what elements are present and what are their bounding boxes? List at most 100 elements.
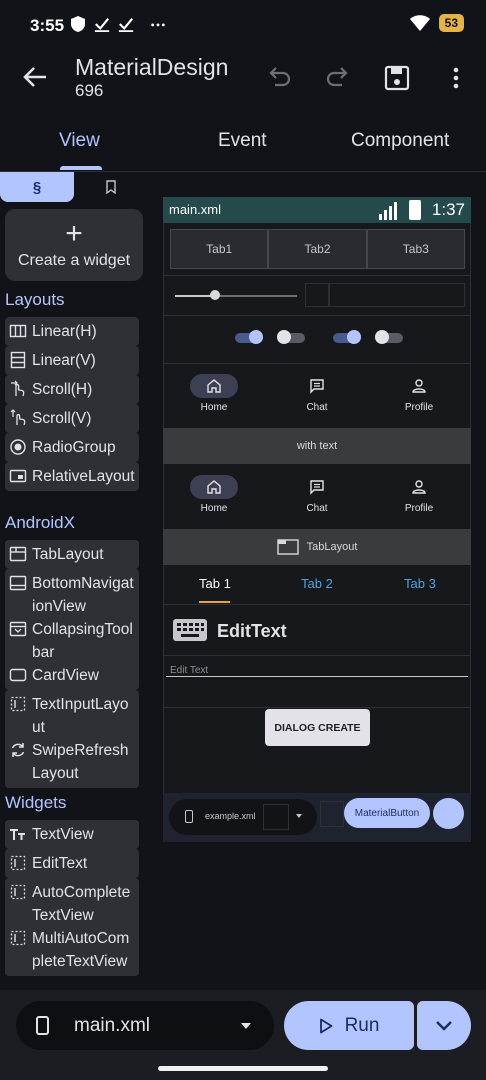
widget-swiperefreshlayout[interactable]: SwipeRefreshLayout bbox=[5, 736, 139, 788]
dialog-create-button[interactable]: DIALOG CREATE bbox=[265, 709, 370, 746]
material-button-label: MaterialButton bbox=[354, 807, 420, 819]
switch-thumb bbox=[347, 330, 361, 344]
material-button[interactable]: MaterialButton bbox=[344, 798, 430, 828]
widget-radiogroup[interactable]: RadioGroup bbox=[5, 433, 139, 462]
widget-textinputlayout[interactable]: TextInputLayout bbox=[5, 690, 139, 742]
widget-label: CardView bbox=[32, 667, 99, 684]
undo-icon[interactable] bbox=[263, 62, 295, 94]
back-arrow-icon[interactable] bbox=[20, 62, 50, 92]
bottom-nav-label: Home bbox=[200, 402, 228, 413]
profile-icon bbox=[412, 480, 426, 494]
widget-tablayout[interactable]: TabLayout bbox=[5, 540, 139, 569]
widget-linear-h[interactable]: Linear(H) bbox=[5, 317, 139, 346]
preview-tab-1[interactable]: Tab1 bbox=[170, 229, 269, 269]
preview-placeholder-box[interactable] bbox=[305, 283, 329, 307]
bottom-nav-profile[interactable]: Profile bbox=[379, 368, 459, 418]
bottom-nav-label: Home bbox=[200, 503, 228, 514]
widget-label: CollapsingToolbar bbox=[32, 621, 133, 661]
bottom-nav-label: Profile bbox=[404, 402, 434, 413]
preview-slider-thumb[interactable] bbox=[210, 290, 220, 300]
create-widget-button[interactable]: + Create a widget bbox=[5, 209, 143, 281]
widget-relativelayout[interactable]: RelativeLayout bbox=[5, 462, 139, 491]
text-input-icon bbox=[10, 696, 26, 712]
palette-tab-widgets[interactable]: § bbox=[0, 172, 74, 202]
preview-switch-1[interactable] bbox=[235, 330, 263, 344]
preview-switch-2[interactable] bbox=[277, 330, 305, 344]
redo-icon[interactable] bbox=[322, 62, 354, 94]
create-widget-label: Create a widget bbox=[17, 252, 131, 269]
bottom-nav-profile[interactable]: Profile bbox=[379, 469, 459, 519]
preview-placeholder-box[interactable] bbox=[320, 801, 344, 827]
bottom-bar: main.xml Run bbox=[0, 990, 486, 1080]
edittext-title: EditText bbox=[217, 621, 287, 641]
design-preview[interactable]: main.xml 1:37 Tab1 Tab2 Tab3 Home Chat P… bbox=[163, 197, 471, 842]
widget-autocompletetextview[interactable]: AutoCompleteTextView bbox=[5, 878, 139, 930]
linear-horizontal-icon bbox=[9, 324, 27, 338]
widget-label: Scroll(H) bbox=[32, 381, 93, 398]
switch-thumb bbox=[375, 330, 389, 344]
card-icon bbox=[9, 668, 27, 682]
widget-cardview[interactable]: CardView bbox=[5, 661, 139, 690]
preview-switch-4[interactable] bbox=[375, 330, 403, 344]
run-button[interactable]: Run bbox=[284, 1001, 414, 1050]
widget-textview[interactable]: TextView bbox=[5, 820, 139, 849]
file-selector[interactable]: main.xml bbox=[16, 1001, 274, 1050]
palette-tab-bookmarks[interactable] bbox=[74, 172, 148, 202]
tab-component[interactable]: Component bbox=[351, 130, 449, 152]
material-tab-1[interactable]: Tab 1 bbox=[199, 576, 231, 591]
phone-icon bbox=[185, 810, 193, 823]
section-widgets: Widgets bbox=[5, 793, 67, 812]
bottom-nav-home[interactable]: Home bbox=[174, 368, 254, 418]
project-title: MaterialDesign bbox=[75, 54, 229, 80]
tab-event[interactable]: Event bbox=[218, 130, 267, 152]
preview-file-selector[interactable]: example.xml bbox=[169, 799, 317, 835]
play-icon bbox=[319, 1018, 332, 1033]
keyboard-icon bbox=[173, 619, 207, 641]
bottom-nav-label: Chat bbox=[306, 402, 328, 413]
preview-battery-icon bbox=[409, 200, 421, 220]
chevron-down-icon bbox=[241, 1023, 251, 1029]
widget-label: EditText bbox=[32, 855, 88, 872]
divider bbox=[163, 315, 471, 316]
bottom-nav-home[interactable]: Home bbox=[174, 469, 254, 519]
widget-multiautocompletetextview[interactable]: MultiAutoCompleteTextView bbox=[5, 924, 139, 976]
save-icon[interactable] bbox=[381, 62, 413, 94]
home-icon bbox=[207, 379, 221, 393]
swipe-vertical-icon bbox=[10, 409, 26, 426]
with-text-label: with text bbox=[296, 440, 338, 452]
material-tab-indicator bbox=[199, 601, 230, 603]
app-bar: MaterialDesign 696 bbox=[0, 50, 486, 110]
preview-with-text-bar[interactable]: with text bbox=[163, 428, 471, 464]
material-tab-2[interactable]: Tab 2 bbox=[301, 576, 333, 591]
run-options-button[interactable] bbox=[417, 1001, 471, 1050]
tab-layout-icon bbox=[276, 539, 299, 555]
preview-tablayout-bar[interactable]: TabLayout bbox=[163, 529, 471, 565]
palette-tab-label: § bbox=[32, 178, 42, 196]
preview-tab-3[interactable]: Tab3 bbox=[366, 229, 465, 269]
check-icon bbox=[94, 17, 110, 32]
widget-linear-v[interactable]: Linear(V) bbox=[5, 346, 139, 375]
check-icon bbox=[118, 17, 134, 32]
preview-file-name: example.xml bbox=[205, 811, 256, 821]
home-indicator[interactable] bbox=[158, 1066, 328, 1071]
bottom-nav-chat[interactable]: Chat bbox=[277, 368, 357, 418]
preview-switch-3[interactable] bbox=[333, 330, 361, 344]
edittext-hint[interactable]: Edit Text bbox=[170, 665, 208, 676]
main-tabs: View Event Component bbox=[0, 110, 486, 172]
bottom-nav-chat[interactable]: Chat bbox=[277, 469, 357, 519]
swipe-horizontal-icon bbox=[11, 380, 25, 397]
widget-collapsingtoolbar[interactable]: CollapsingToolbar bbox=[5, 615, 139, 667]
more-vert-icon[interactable] bbox=[440, 62, 472, 94]
preview-fab[interactable] bbox=[433, 798, 464, 829]
widget-bottomnavigationview[interactable]: BottomNavigationView bbox=[5, 569, 139, 621]
preview-placeholder-box bbox=[263, 804, 289, 830]
material-tab-3[interactable]: Tab 3 bbox=[404, 576, 436, 591]
widget-scroll-v[interactable]: Scroll(V) bbox=[5, 404, 139, 433]
status-time: 3:55 bbox=[30, 16, 65, 35]
preview-placeholder-box[interactable] bbox=[329, 283, 465, 307]
dialog-create-label: DIALOG CREATE bbox=[274, 721, 361, 734]
widget-scroll-h[interactable]: Scroll(H) bbox=[5, 375, 139, 404]
tab-view[interactable]: View bbox=[59, 130, 100, 152]
widget-edittext[interactable]: EditText bbox=[5, 849, 139, 878]
preview-tab-2[interactable]: Tab2 bbox=[268, 229, 367, 269]
